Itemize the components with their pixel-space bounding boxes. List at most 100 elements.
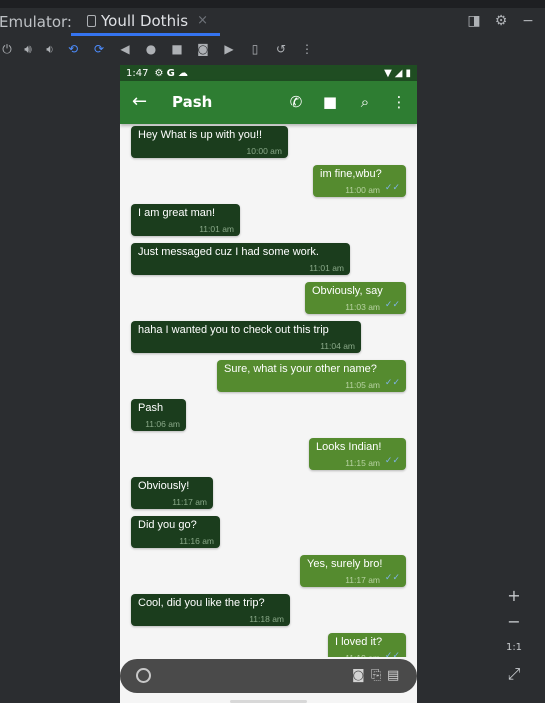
- overview-icon[interactable]: ■: [170, 42, 184, 56]
- message-time: 11:04 am: [320, 341, 355, 351]
- incoming-message[interactable]: Obviously! 11:17 am: [131, 477, 213, 509]
- message-input-bar[interactable]: ◙ ⎘ ▤: [120, 659, 417, 693]
- message-text: Sure, what is your other name?: [224, 363, 377, 375]
- volume-up-icon[interactable]: 🔊︎: [21, 42, 35, 56]
- read-ticks-icon: ✓✓: [384, 651, 400, 657]
- wifi-icon: ▼: [384, 67, 392, 79]
- incoming-message[interactable]: haha I wanted you to check out this trip…: [131, 321, 361, 353]
- close-tab-icon[interactable]: ×: [197, 13, 208, 28]
- fit-screen-button[interactable]: ⤢: [502, 661, 526, 687]
- message-text: im fine,wbu?: [320, 168, 382, 180]
- message-text: Looks Indian!: [316, 441, 382, 453]
- status-time: 1:47: [126, 67, 149, 79]
- read-ticks-icon: ✓✓: [384, 378, 400, 388]
- message-text: Yes, surely bro!: [307, 558, 383, 570]
- incoming-message[interactable]: Did you go? 11:16 am: [131, 516, 220, 548]
- contact-name: Pash: [172, 93, 213, 111]
- outgoing-message[interactable]: Looks Indian! 11:15 am ✓✓: [309, 438, 406, 470]
- message-time: 11:17 am: [172, 497, 207, 507]
- emoji-icon[interactable]: [136, 668, 151, 683]
- message-text: Obviously!: [138, 480, 190, 492]
- message-time: 11:17 am: [345, 575, 380, 585]
- message-text: I loved it?: [335, 636, 383, 648]
- message-time: 11:19 am: [345, 653, 380, 657]
- message-text: I am great man!: [138, 207, 216, 219]
- home-icon[interactable]: ●: [144, 42, 158, 56]
- emulator-label: Emulator:: [0, 13, 72, 31]
- back-arrow-icon[interactable]: ←: [132, 93, 150, 111]
- camera-icon[interactable]: ◙: [196, 42, 210, 56]
- read-ticks-icon: ✓✓: [384, 183, 400, 193]
- message-time: 11:03 am: [345, 302, 380, 312]
- gear-icon[interactable]: ⚙: [494, 14, 508, 28]
- settings-status-icon: ⚙: [154, 67, 164, 79]
- message-time: 11:16 am: [179, 536, 214, 546]
- message-text: Just messaged cuz I had some work.: [138, 246, 319, 258]
- minimize-icon[interactable]: −: [521, 14, 535, 28]
- google-icon: G: [166, 67, 175, 79]
- rotate-right-icon[interactable]: ⟳: [92, 42, 106, 56]
- message-time: 11:15 am: [345, 458, 380, 468]
- emulator-toolbar: ⏻ 🔊︎ 🔉︎ ⟲ ⟳ ◀ ● ■ ◙ ▶ ▯ ↺ ⋮: [0, 38, 545, 62]
- more-icon[interactable]: ⋮: [300, 42, 314, 56]
- window-actions: ◨ ⚙ −: [467, 14, 535, 28]
- message-time: 10:00 am: [246, 146, 282, 156]
- status-icons: ▼ ◢ ▮: [384, 68, 411, 79]
- incoming-message[interactable]: Just messaged cuz I had some work. 11:01 …: [131, 243, 350, 275]
- search-icon[interactable]: ⌕: [356, 93, 374, 111]
- device-icon: [87, 14, 96, 27]
- battery-icon: ▮: [405, 67, 411, 79]
- phone-call-icon[interactable]: ✆: [287, 93, 305, 111]
- chat-list[interactable]: Hey What is up with you!! 10:00 am im fine…: [120, 124, 417, 657]
- read-ticks-icon: ✓✓: [384, 456, 400, 466]
- incoming-message[interactable]: Cool, did you like the trip? 11:18 am: [131, 594, 290, 626]
- rotate-left-icon[interactable]: ⟲: [66, 42, 80, 56]
- tab-device[interactable]: Youll Dothis ×: [71, 8, 220, 36]
- zoom-out-button[interactable]: −: [502, 609, 526, 635]
- message-time: 11:06 am: [145, 419, 180, 429]
- message-text: Pash: [138, 402, 164, 414]
- attach-icon[interactable]: ⎘: [371, 668, 381, 683]
- record-icon[interactable]: ▶: [222, 42, 236, 56]
- incoming-message[interactable]: Hey What is up with you!! 10:00 am: [131, 126, 288, 158]
- snapshot-icon[interactable]: ↺: [274, 42, 288, 56]
- device-screen: 1:47 ⚙ G ☁ ▼ ◢ ▮ ← Pash ✆ ■ ⌕ ⋮ Hey What…: [120, 65, 417, 703]
- signal-icon: ◢: [394, 67, 403, 79]
- message-time: 11:18 am: [249, 614, 284, 624]
- emulator-title-bar: Emulator: Youll Dothis × ◨ ⚙ −: [0, 8, 545, 36]
- zoom-in-button[interactable]: +: [502, 583, 526, 609]
- camera-icon[interactable]: ◙: [352, 668, 365, 683]
- message-time: 11:05 am: [345, 380, 380, 390]
- outgoing-message[interactable]: Yes, surely bro! 11:17 am ✓✓: [300, 555, 406, 587]
- message-text: Hey What is up with you!!: [138, 129, 263, 141]
- message-text: haha I wanted you to check out this trip: [138, 324, 329, 336]
- more-options-icon[interactable]: ⋮: [390, 93, 408, 111]
- fold-icon[interactable]: ▯: [248, 42, 262, 56]
- volume-down-icon[interactable]: 🔉︎: [43, 42, 57, 56]
- video-call-icon[interactable]: ■: [321, 93, 339, 111]
- message-text: Cool, did you like the trip?: [138, 597, 265, 609]
- message-text: Obviously, say: [312, 285, 383, 297]
- gallery-icon[interactable]: ▤: [387, 668, 399, 683]
- power-icon[interactable]: ⏻: [0, 42, 14, 56]
- zoom-controls: + − 1:1 ⤢: [502, 583, 526, 687]
- tab-title: Youll Dothis: [101, 11, 189, 30]
- message-text: Did you go?: [138, 519, 197, 531]
- message-time: 11:01 am: [199, 224, 234, 234]
- back-icon[interactable]: ◀: [118, 42, 132, 56]
- layout-icon[interactable]: ◨: [467, 14, 481, 28]
- read-ticks-icon: ✓✓: [384, 573, 400, 583]
- outgoing-message[interactable]: Sure, what is your other name? 11:05 am ✓✓: [217, 360, 406, 392]
- outgoing-message[interactable]: Obviously, say 11:03 am ✓✓: [305, 282, 406, 314]
- incoming-message[interactable]: Pash 11:06 am: [131, 399, 186, 431]
- incoming-message[interactable]: I am great man! 11:01 am: [131, 204, 240, 236]
- ratio-button[interactable]: 1:1: [502, 635, 526, 661]
- message-time: 11:01 am: [309, 263, 344, 273]
- cloud-icon: ☁: [178, 67, 189, 79]
- outgoing-message[interactable]: im fine,wbu? 11:00 am ✓✓: [313, 165, 406, 197]
- window-top-strip: [0, 0, 545, 8]
- app-bar: ← Pash ✆ ■ ⌕ ⋮: [120, 81, 417, 124]
- status-bar: 1:47 ⚙ G ☁ ▼ ◢ ▮: [120, 65, 417, 81]
- read-ticks-icon: ✓✓: [384, 300, 400, 310]
- outgoing-message[interactable]: I loved it? 11:19 am ✓✓: [328, 633, 406, 657]
